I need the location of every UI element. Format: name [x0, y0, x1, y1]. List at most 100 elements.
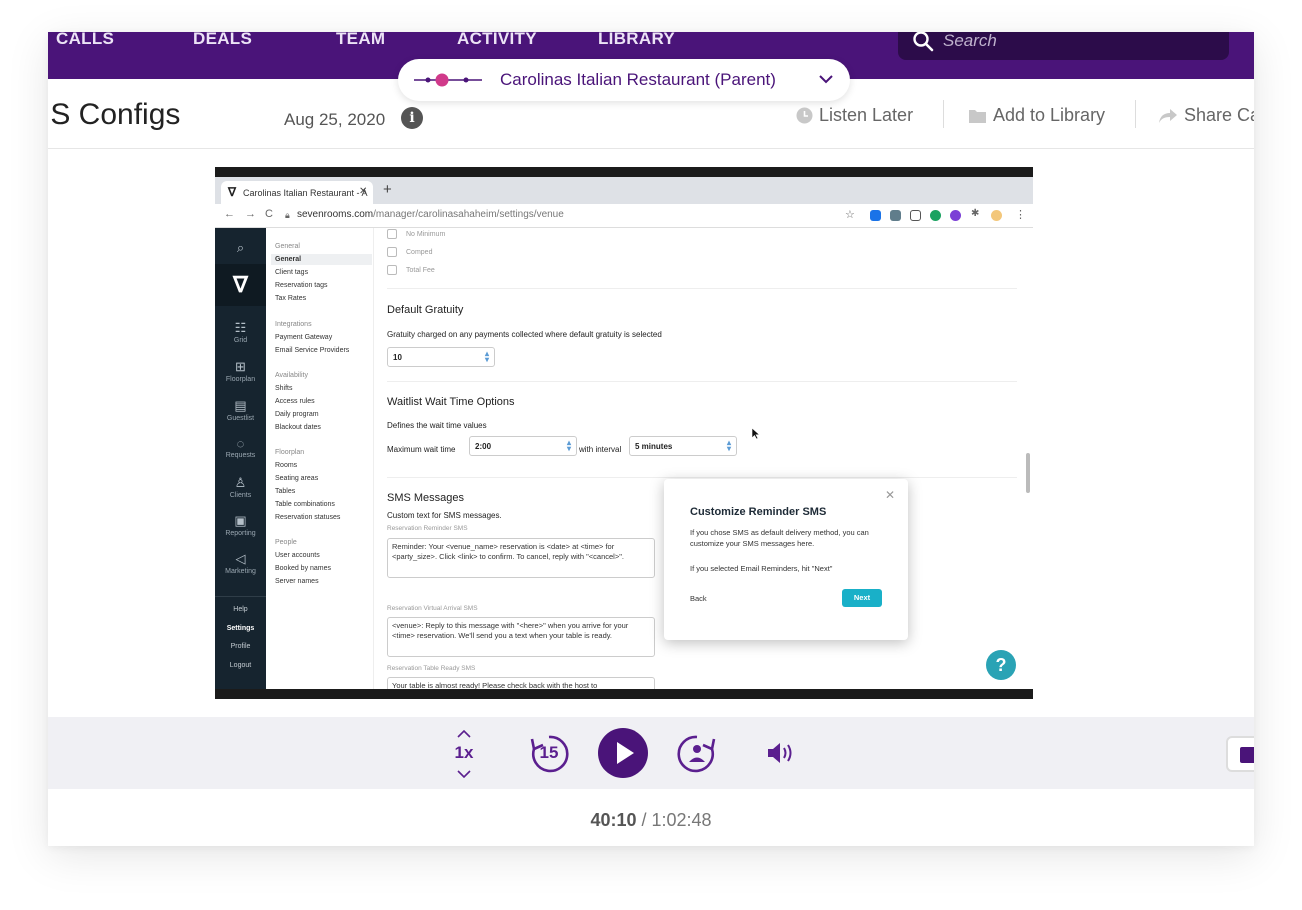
rail-profile: Profile: [230, 643, 251, 650]
divider: [1135, 100, 1136, 128]
settings-item: Blackout dates: [275, 424, 321, 431]
max-wait-select: 2:00 ▴ ▾: [469, 436, 577, 456]
field-label: Reservation Virtual Arrival SMS: [387, 605, 478, 612]
puzzle-icon: ✱: [971, 208, 980, 219]
listen-later-label: Listen Later: [819, 105, 914, 125]
settings-item: General: [275, 256, 302, 263]
reminder-sms-textarea: Reminder: Your <venue_name> reservation …: [387, 538, 655, 578]
play-button[interactable]: [598, 728, 648, 778]
rail-help: Help: [233, 606, 248, 613]
rail-item-guestlist: ▤ Guestlist: [215, 398, 266, 422]
video-player[interactable]: ∇ Carolinas Italian Restaurant - A ✕ + ←…: [215, 167, 1033, 699]
chevron-down-icon: [457, 770, 471, 778]
listen-later-button[interactable]: Listen Later: [796, 105, 913, 126]
checkbox: [387, 247, 397, 257]
forward-icon: →: [245, 208, 256, 220]
settings-group: Integrations: [275, 321, 312, 328]
recorded-browser: ∇ Carolinas Italian Restaurant - A ✕ + ←…: [215, 177, 1033, 689]
section-desc: Gratuity charged on any payments collect…: [387, 330, 662, 339]
video-toggle-button[interactable]: [1226, 736, 1254, 772]
floorplan-icon: ⊞: [235, 359, 246, 374]
call-date: Aug 25, 2020: [284, 110, 386, 129]
sevenrooms-logo-icon: ∇: [215, 264, 266, 306]
search-box[interactable]: Search: [898, 32, 1229, 60]
settings-item: Tax Rates: [275, 295, 307, 302]
nav-library[interactable]: LIBRARY: [598, 32, 675, 47]
rail-item-floorplan: ⊞ Floorplan: [215, 359, 266, 383]
ready-sms-textarea: Your table is almost ready! Please check…: [387, 677, 655, 689]
browser-tab: ∇ Carolinas Italian Restaurant - A ✕: [221, 181, 373, 204]
popover-title: Customize Reminder SMS: [690, 506, 827, 518]
volume-button[interactable]: [766, 740, 796, 766]
share-button[interactable]: Share Ca: [1158, 105, 1254, 126]
search-placeholder: Search: [943, 32, 997, 50]
settings-item: Client tags: [275, 269, 309, 276]
extension-icon: [930, 210, 941, 221]
player-controls: [48, 717, 1254, 789]
nav-activity[interactable]: ACTIVITY: [457, 32, 537, 47]
account-name: Carolinas Italian Restaurant (Parent): [500, 70, 776, 89]
sevenrooms-logo-icon: ∇: [228, 185, 237, 199]
checkbox-label: Total Fee: [406, 267, 435, 274]
duration: 1:02:48: [651, 810, 712, 830]
popover-body: If you selected Email Reminders, hit "Ne…: [690, 564, 833, 573]
stepper-arrows-icon: ▴ ▾: [726, 438, 731, 453]
section-heading: Waitlist Wait Time Options: [387, 396, 515, 408]
gratuity-select: 10 ▴ ▾: [387, 347, 495, 367]
play-icon: [598, 728, 648, 778]
speed-label: 1x: [454, 743, 474, 762]
chat-icon: ◌: [236, 436, 245, 451]
share-arrow-icon: [1159, 108, 1177, 123]
sevenrooms-app: ⌕ ∇ ☷ Grid ⊞ Floorplan ▤ Guestlist ◌ Request…: [215, 228, 1033, 689]
current-time: 40:10: [590, 810, 637, 830]
field-label: Reservation Reminder SMS: [387, 525, 468, 532]
rail-settings: Settings: [226, 625, 255, 632]
time-separator: /: [636, 810, 652, 830]
lock-icon: 🔒︎: [285, 210, 290, 220]
video-icon: [1240, 747, 1254, 763]
add-to-library-button[interactable]: Add to Library: [968, 105, 1105, 126]
reminder-sms-popover: ✕ Customize Reminder SMS If you chose SM…: [664, 479, 908, 640]
page-title: IS Configs: [48, 98, 181, 131]
help-icon: ?: [986, 650, 1016, 680]
field-label: with interval: [579, 445, 622, 454]
mouse-cursor-icon: [751, 427, 760, 440]
checkbox-label: Comped: [406, 249, 433, 256]
rail-item-clients: ♙ Clients: [215, 475, 266, 499]
rail-logout: Logout: [229, 662, 252, 669]
nav-team[interactable]: TEAM: [336, 32, 385, 47]
extension-icon: [890, 210, 901, 221]
checkbox: [387, 265, 397, 275]
share-label: Share Ca: [1184, 105, 1254, 125]
new-tab-icon: +: [383, 181, 392, 198]
skip-back-button[interactable]: 15: [528, 731, 570, 775]
checkbox-label: No Minimum: [406, 231, 446, 238]
info-icon[interactable]: i: [401, 107, 423, 129]
search-icon: [913, 32, 934, 52]
field-label: Maximum wait time: [387, 445, 456, 454]
rail-item-requests: ◌ Requests: [215, 436, 266, 459]
replay-speaker-button[interactable]: [676, 731, 718, 775]
stepper-arrows-icon: ▴ ▾: [566, 438, 571, 453]
rail-item-reporting: ▣ Reporting: [215, 513, 266, 537]
folder-icon: [969, 109, 986, 123]
nav-calls[interactable]: CALLS: [56, 32, 114, 47]
account-selector[interactable]: Carolinas Italian Restaurant (Parent): [398, 59, 850, 101]
section-desc: Defines the wait time values: [387, 421, 487, 430]
rail-item-marketing: ◁ Marketing: [215, 551, 266, 575]
section-heading: SMS Messages: [387, 492, 465, 504]
checkbox: [387, 229, 397, 239]
grid-icon: ☷: [234, 320, 247, 335]
browser-tab-title: Carolinas Italian Restaurant - A: [243, 188, 368, 198]
nav-deals[interactable]: DEALS: [193, 32, 252, 47]
divider: [387, 477, 1017, 478]
settings-item: Access rules: [275, 398, 315, 405]
add-to-library-label: Add to Library: [993, 105, 1106, 125]
app-frame: CALLS DEALS TEAM ACTIVITY LIBRARY Search…: [48, 32, 1254, 846]
rail-item-grid: ☷ Grid: [215, 320, 266, 344]
settings-group: General: [275, 243, 300, 250]
chevron-up-icon: [457, 730, 471, 738]
interval-select: 5 minutes ▴ ▾: [629, 436, 737, 456]
settings-item: Email Service Providers: [275, 347, 350, 354]
divider: [943, 100, 944, 128]
